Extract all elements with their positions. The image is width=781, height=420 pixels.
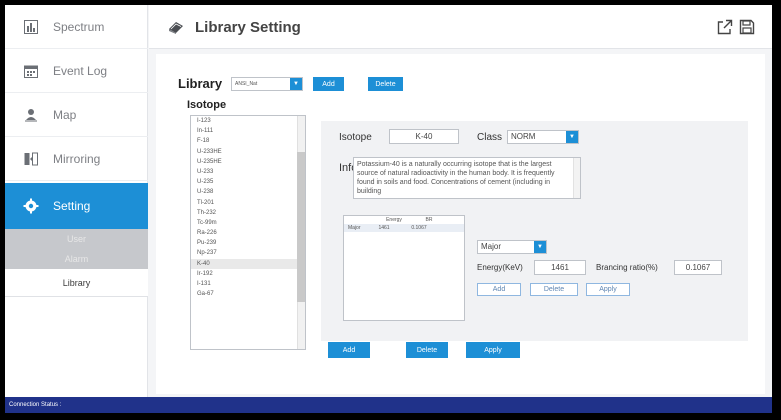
app-window: Spectrum Event Log Map Mirroring Setting bbox=[5, 5, 772, 413]
isotope-list-item[interactable]: U-233HE bbox=[191, 147, 305, 157]
isotope-list-item[interactable]: K-40 bbox=[191, 258, 305, 269]
calendar-icon bbox=[23, 63, 39, 79]
peak-delete-button[interactable]: Delete bbox=[530, 283, 578, 296]
page-title: Library Setting bbox=[195, 19, 301, 36]
sidebar-sub-item-library[interactable]: Library bbox=[5, 269, 148, 297]
spectrum-icon bbox=[23, 19, 39, 35]
column-header-energy: Energy bbox=[386, 217, 402, 223]
save-icon[interactable] bbox=[739, 19, 755, 40]
isotope-list-item[interactable]: In-111 bbox=[191, 126, 305, 136]
isotope-add-button[interactable]: Add bbox=[328, 342, 370, 358]
column-header bbox=[344, 216, 379, 224]
sidebar-sub-item-alarm[interactable]: Alarm bbox=[5, 249, 148, 269]
isotope-list-item[interactable]: F-18 bbox=[191, 136, 305, 146]
isotope-field-label: Isotope bbox=[339, 132, 372, 143]
sidebar-item-label: Mirroring bbox=[53, 151, 101, 166]
sidebar-item-event-log[interactable]: Event Log bbox=[5, 49, 148, 93]
isotope-list-item[interactable]: Tl-201 bbox=[191, 198, 305, 208]
isotope-list[interactable]: I-123 In-111 F-18 U-233HE U-235HE U-233 U-235 U… bbox=[190, 115, 306, 350]
sidebar-item-spectrum[interactable]: Spectrum bbox=[5, 5, 148, 49]
chevron-down-icon: ▼ bbox=[534, 241, 546, 253]
chevron-down-icon: ▼ bbox=[566, 131, 578, 143]
sidebar-item-label: Event Log bbox=[53, 63, 108, 78]
table-row[interactable]: Major 1461 0.1067 bbox=[344, 224, 464, 232]
isotope-list-item[interactable]: I-131 bbox=[191, 279, 305, 289]
isotope-list-label: Isotope bbox=[187, 99, 227, 111]
table-cell-energy: 1461 bbox=[378, 225, 390, 231]
info-scrollbar[interactable] bbox=[573, 158, 580, 198]
sidebar-item-label: Spectrum bbox=[53, 19, 105, 34]
status-bar: Connection Status : bbox=[5, 397, 772, 413]
chevron-down-icon: ▼ bbox=[290, 78, 302, 90]
gear-icon bbox=[23, 198, 39, 214]
library-delete-button[interactable]: Delete bbox=[368, 77, 403, 91]
class-select-value: NORM bbox=[511, 132, 536, 141]
isotope-list-item[interactable]: U-233 bbox=[191, 167, 305, 177]
mirroring-icon bbox=[23, 151, 39, 167]
sidebar-item-map[interactable]: Map bbox=[5, 93, 148, 137]
sidebar-item-label: Map bbox=[53, 107, 77, 122]
scrollbar-thumb[interactable] bbox=[297, 152, 305, 302]
peak-type-value: Major bbox=[481, 242, 502, 251]
library-select[interactable]: ANSI_Nat ▼ bbox=[231, 77, 303, 91]
isotope-list-item[interactable]: U-235HE bbox=[191, 157, 305, 167]
sidebar-sub-item-user[interactable]: User bbox=[5, 229, 148, 249]
connection-status: Connection Status : bbox=[9, 402, 62, 408]
isotope-list-item[interactable]: Ra-226 bbox=[191, 228, 305, 238]
energy-field[interactable]: 1461 bbox=[534, 260, 586, 275]
isotope-list-item[interactable]: Pu-239 bbox=[191, 238, 305, 248]
library-add-button[interactable]: Add bbox=[313, 77, 344, 91]
book-icon bbox=[168, 20, 184, 39]
sidebar-item-setting[interactable]: Setting bbox=[5, 183, 148, 229]
energy-br-table[interactable]: Energy BR Major 1461 0.1067 bbox=[343, 215, 465, 321]
isotope-list-item[interactable]: Th-232 bbox=[191, 208, 305, 218]
isotope-apply-button[interactable]: Apply bbox=[466, 342, 520, 358]
peak-add-button[interactable]: Add bbox=[477, 283, 521, 296]
library-label: Library bbox=[178, 76, 223, 91]
isotope-list-item[interactable]: Ir-192 bbox=[191, 269, 305, 279]
sidebar: Spectrum Event Log Map Mirroring Setting bbox=[5, 5, 148, 397]
branching-ratio-label: Brancing ratio(%) bbox=[596, 263, 658, 272]
map-person-icon bbox=[23, 107, 39, 123]
page-header: Library Setting bbox=[149, 5, 772, 49]
class-field-label: Class bbox=[477, 132, 503, 143]
table-cell-br: 0.1067 bbox=[411, 225, 427, 231]
energy-field-label: Energy(KeV) bbox=[477, 263, 523, 272]
column-header-br: BR bbox=[425, 217, 433, 223]
isotope-list-item[interactable]: U-238 bbox=[191, 187, 305, 197]
isotope-list-item[interactable]: Tc-99m bbox=[191, 218, 305, 228]
isotope-list-item[interactable]: Ga-67 bbox=[191, 289, 305, 299]
info-text: Potassium-40 is a naturally occurring is… bbox=[357, 161, 555, 195]
sidebar-item-label: Setting bbox=[53, 199, 91, 213]
peak-apply-button[interactable]: Apply bbox=[586, 283, 630, 296]
library-setting-panel: Library ANSI_Nat ▼ Add Delete Isotope I-… bbox=[156, 54, 765, 394]
isotope-delete-button[interactable]: Delete bbox=[406, 342, 448, 358]
library-select-value: ANSI_Nat bbox=[235, 81, 258, 87]
isotope-list-item[interactable]: U-235 bbox=[191, 177, 305, 187]
table-cell-type: Major bbox=[348, 225, 361, 231]
branching-ratio-field[interactable]: 0.1067 bbox=[674, 260, 722, 275]
info-textarea[interactable]: Potassium-40 is a naturally occurring is… bbox=[353, 157, 581, 199]
isotope-list-scrollbar[interactable] bbox=[297, 116, 305, 349]
isotope-list-item[interactable]: I-123 bbox=[191, 116, 305, 126]
class-select[interactable]: NORM ▼ bbox=[507, 130, 579, 144]
table-header: Energy BR bbox=[344, 216, 464, 224]
sidebar-item-mirroring[interactable]: Mirroring bbox=[5, 137, 148, 181]
isotope-field[interactable]: K-40 bbox=[389, 129, 459, 144]
isotope-list-item[interactable]: Np-237 bbox=[191, 248, 305, 258]
export-icon[interactable] bbox=[717, 19, 733, 40]
peak-type-select[interactable]: Major ▼ bbox=[477, 240, 547, 254]
